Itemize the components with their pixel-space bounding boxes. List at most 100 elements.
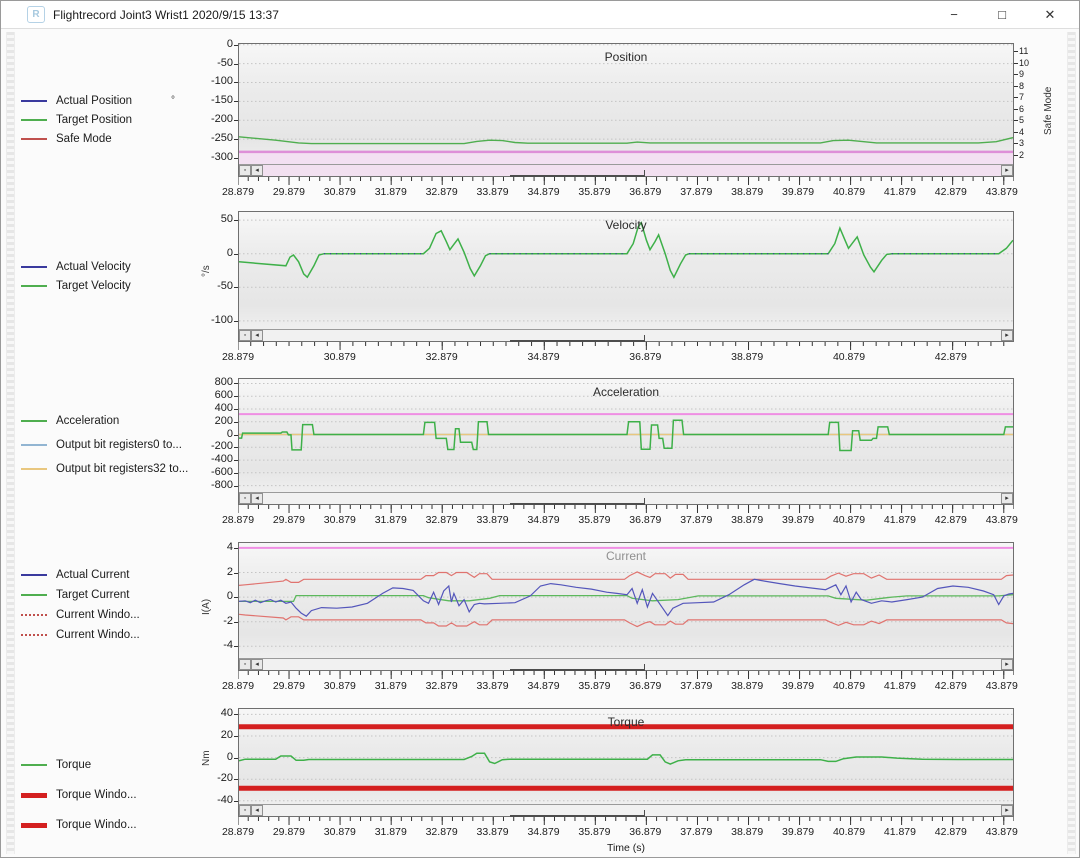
- scrollbar-right-button[interactable]: ▸: [1001, 330, 1013, 341]
- legend-line-sample: [21, 100, 47, 102]
- safe-mode-axis-label: Safe Mode: [1043, 69, 1054, 153]
- y-tick-label: -20: [165, 772, 233, 784]
- legend-label: Torque Windo...: [56, 819, 137, 831]
- x-tick-label: 33.879: [466, 826, 520, 838]
- left-gutter: [6, 32, 15, 854]
- legend-line-sample: [21, 594, 47, 596]
- x-tick-label: 32.879: [415, 826, 469, 838]
- scrollbar-reset-button[interactable]: ▫: [239, 330, 251, 341]
- scrollbar-left-button[interactable]: ◂: [251, 493, 263, 504]
- x-tick-label: 43.879: [975, 514, 1029, 526]
- legend-label: Torque Windo...: [56, 789, 137, 801]
- velocity-plot: Velocity ▫ ◂ ▸: [238, 211, 1014, 342]
- legend-line-sample: [21, 420, 47, 422]
- scrollbar-reset-button[interactable]: ▫: [239, 805, 251, 816]
- y-tick-label: -40: [165, 794, 233, 806]
- acceleration-y-axis: 8006004002000-200-400-600-800: [165, 379, 233, 492]
- scrollbar-right-button[interactable]: ▸: [1001, 659, 1013, 670]
- scrollbar-reset-button[interactable]: ▫: [239, 493, 251, 504]
- acceleration-plot: Acceleration ▫ ◂ ▸: [238, 378, 1014, 505]
- x-tick-label: 42.879: [924, 514, 978, 526]
- legend-label: Actual Position: [56, 95, 132, 107]
- time-axis-label: Time (s): [238, 842, 1014, 854]
- x-tick-label: 32.879: [415, 680, 469, 692]
- x-tick-label: 36.879: [618, 680, 672, 692]
- legend-label: Actual Velocity: [56, 261, 131, 273]
- position-x-axis: 28.87929.87930.87931.87932.87933.87934.8…: [238, 177, 1014, 203]
- x-tick-label: 41.879: [873, 680, 927, 692]
- x-tick-label: 40.879: [822, 680, 876, 692]
- x-tick-marks: [238, 671, 1014, 680]
- right-gutter: [1067, 32, 1076, 854]
- safe-mode-tick-label: 9: [1019, 69, 1024, 79]
- zoom-range-indicator[interactable]: [510, 503, 646, 505]
- legend-line-sample: [21, 119, 47, 121]
- safe-mode-tick-label: 5: [1019, 115, 1024, 125]
- velocity-x-axis: 28.87930.87932.87934.87936.87938.87940.8…: [238, 342, 1014, 368]
- legend-line-sample: [21, 764, 47, 766]
- x-tick-marks: [238, 817, 1014, 826]
- x-tick-label: 30.879: [313, 186, 367, 198]
- y-tick-label: -50: [165, 57, 233, 69]
- position-y-axis: 0-50-100-150-200-250-300: [165, 44, 233, 164]
- close-button[interactable]: ✕: [1039, 4, 1061, 26]
- x-tick-label: 31.879: [364, 826, 418, 838]
- scrollbar-right-button[interactable]: ▸: [1001, 805, 1013, 816]
- legend-label: Output bit registers0 to...: [56, 439, 182, 451]
- app-icon: R: [27, 6, 45, 23]
- x-tick-label: 29.879: [262, 186, 316, 198]
- x-tick-label: 33.879: [466, 680, 520, 692]
- legend-line-sample: [21, 285, 47, 287]
- x-tick-label: 43.879: [975, 680, 1029, 692]
- y-tick-label: -200: [165, 113, 233, 125]
- velocity-y-axis: 500-50-100: [165, 212, 233, 329]
- zoom-range-indicator[interactable]: [510, 815, 646, 817]
- y-tick-label: 400: [165, 402, 233, 414]
- x-tick-marks: [238, 177, 1014, 186]
- x-tick-label: 40.879: [822, 351, 876, 363]
- scrollbar-left-button[interactable]: ◂: [251, 659, 263, 670]
- scrollbar-left-button[interactable]: ◂: [251, 330, 263, 341]
- scrollbar-reset-button[interactable]: ▫: [239, 659, 251, 670]
- x-tick-label: 29.879: [262, 514, 316, 526]
- scrollbar-right-button[interactable]: ▸: [1001, 165, 1013, 176]
- x-tick-label: 30.879: [313, 826, 367, 838]
- safe-mode-tick-label: 10: [1019, 58, 1029, 68]
- minimize-button[interactable]: −: [943, 4, 965, 26]
- y-tick-label: -2: [165, 615, 233, 627]
- x-tick-label: 37.879: [669, 826, 723, 838]
- x-tick-label: 43.879: [975, 186, 1029, 198]
- legend-line-sample: [21, 574, 47, 576]
- scrollbar-reset-button[interactable]: ▫: [239, 165, 251, 176]
- x-tick-label: 29.879: [262, 826, 316, 838]
- x-tick-label: 31.879: [364, 680, 418, 692]
- x-tick-label: 43.879: [975, 826, 1029, 838]
- legend-item-torque-windo[interactable]: Torque Windo...: [21, 818, 233, 832]
- safe-mode-tick-label: 2: [1019, 150, 1024, 160]
- legend-label: Current Windo...: [56, 609, 140, 621]
- x-tick-label: 38.879: [720, 351, 774, 363]
- legend-line-sample: [21, 138, 47, 140]
- legend-line-sample: [21, 634, 47, 636]
- y-tick-label: 0: [165, 247, 233, 259]
- zoom-range-indicator[interactable]: [510, 669, 646, 671]
- safe-mode-tick-label: 3: [1019, 138, 1024, 148]
- current-y-axis: 420-2-4: [165, 543, 233, 658]
- x-tick-label: 35.879: [567, 826, 621, 838]
- legend-line-sample: [21, 823, 47, 828]
- position-plot: Position ▫ ◂ ▸: [238, 43, 1014, 177]
- y-tick-label: -100: [165, 75, 233, 87]
- x-tick-label: 37.879: [669, 680, 723, 692]
- safe-mode-tick-label: 8: [1019, 81, 1024, 91]
- scrollbar-left-button[interactable]: ◂: [251, 165, 263, 176]
- scrollbar-left-button[interactable]: ◂: [251, 805, 263, 816]
- scrollbar-right-button[interactable]: ▸: [1001, 493, 1013, 504]
- window-title: Flightrecord Joint3 Wrist1 2020/9/15 13:…: [53, 8, 279, 22]
- y-tick-label: 0: [165, 590, 233, 602]
- maximize-button[interactable]: □: [991, 4, 1013, 26]
- zoom-range-indicator[interactable]: [510, 340, 646, 342]
- x-tick-label: 28.879: [211, 186, 265, 198]
- zoom-range-indicator[interactable]: [510, 175, 646, 177]
- x-tick-label: 41.879: [873, 826, 927, 838]
- y-tick-label: 2: [165, 566, 233, 578]
